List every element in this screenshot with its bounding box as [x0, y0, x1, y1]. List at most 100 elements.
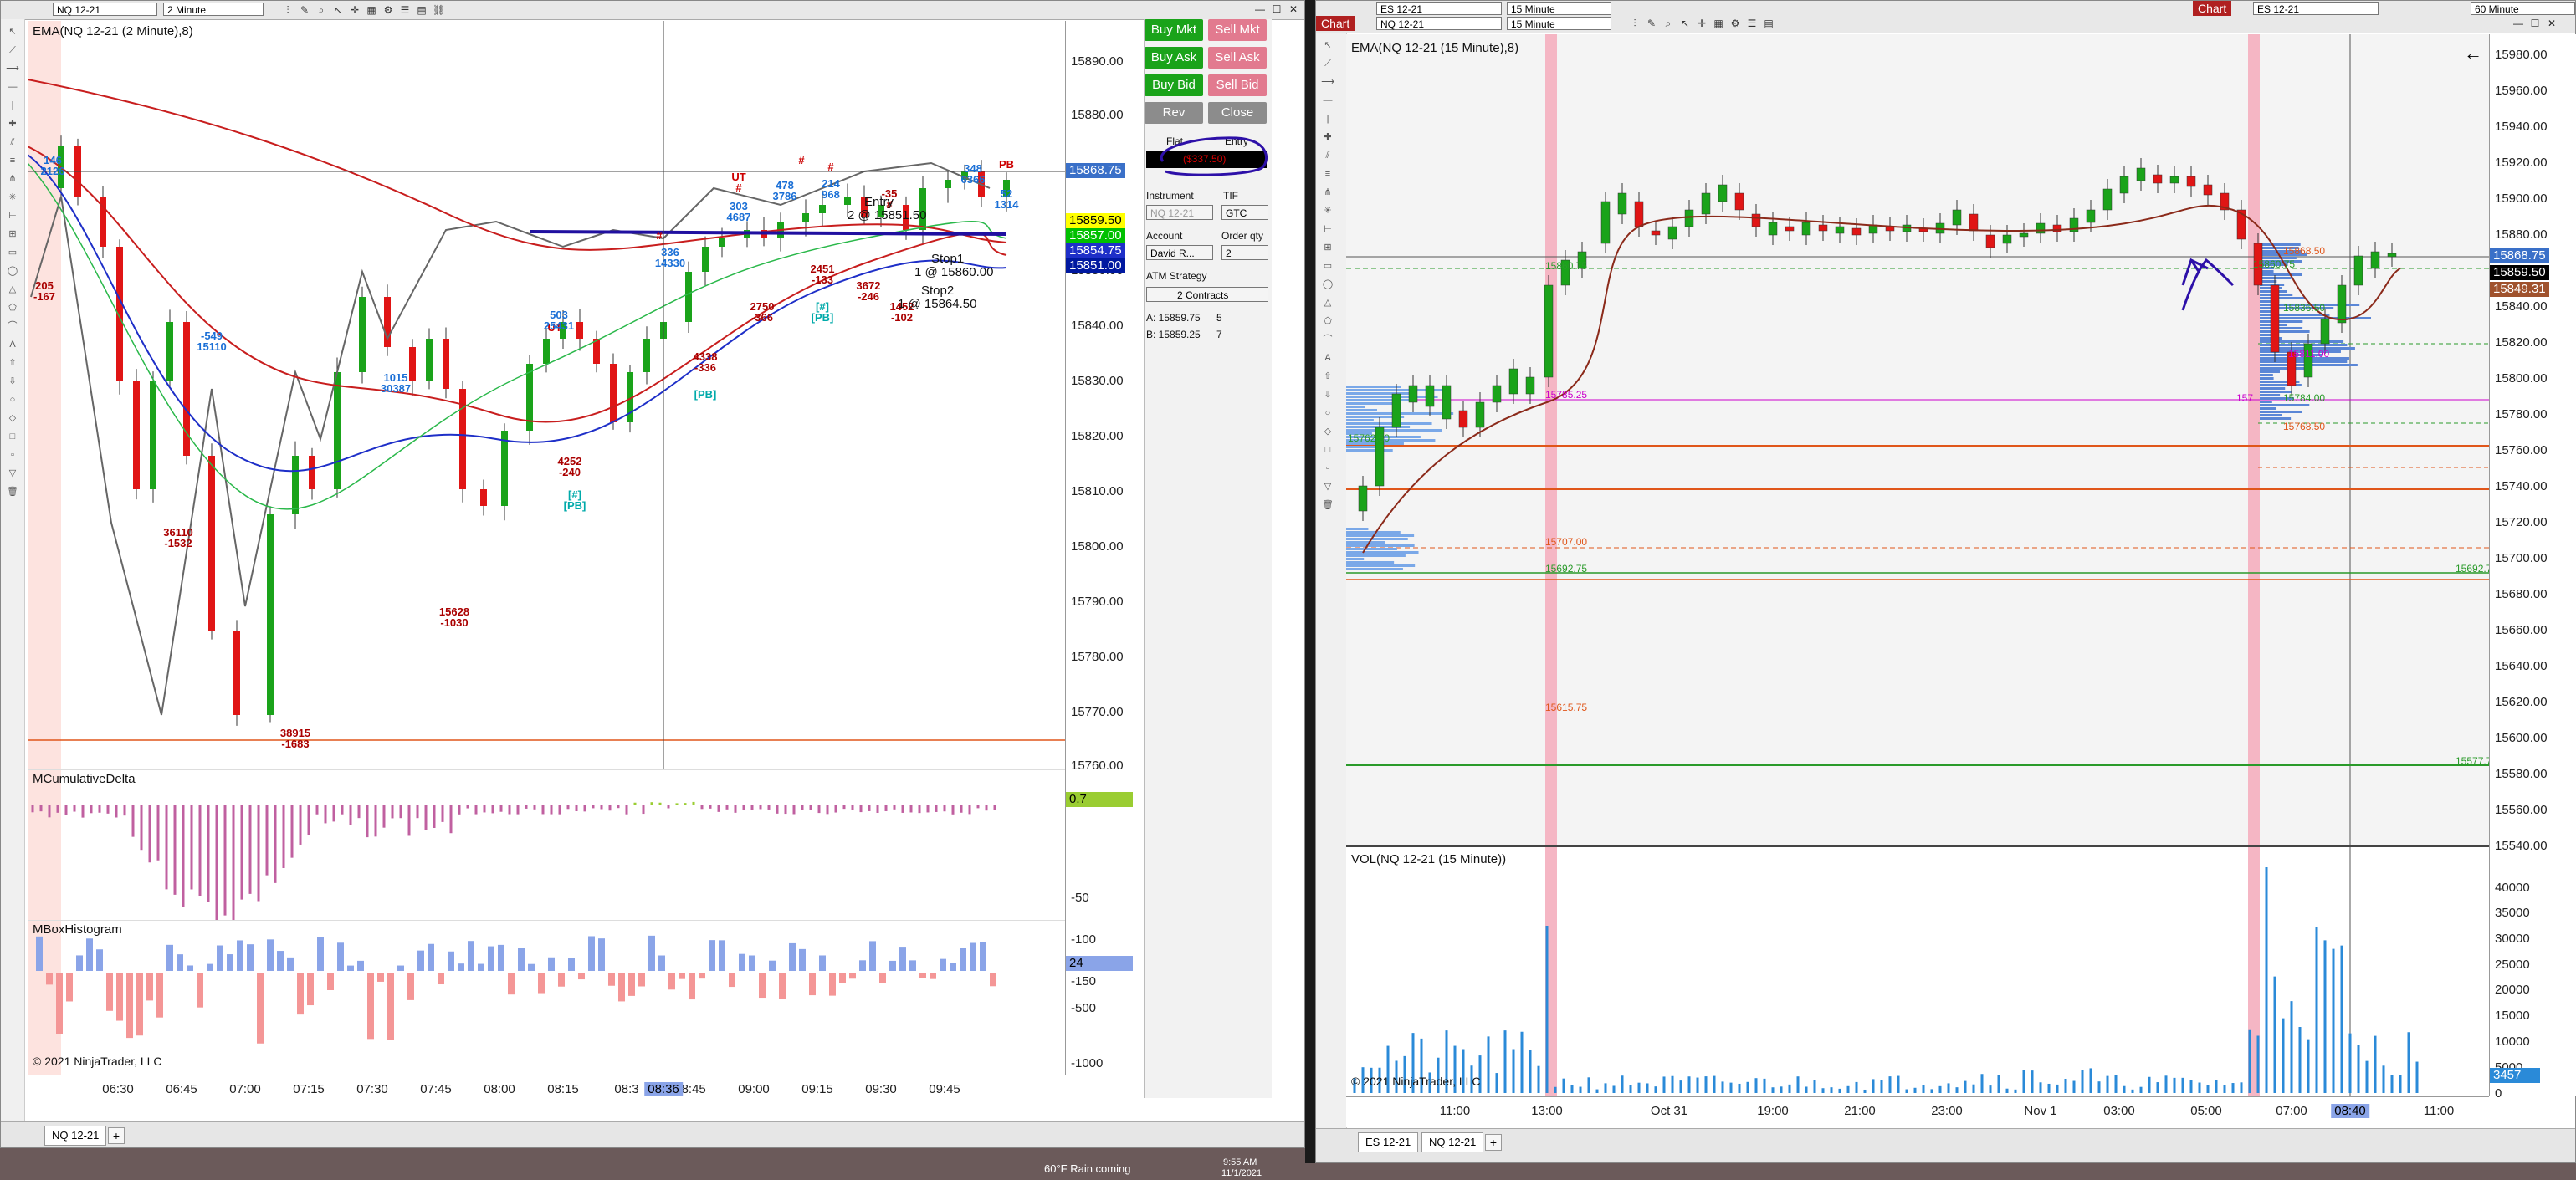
risk-tool-icon[interactable]: ⊞ [6, 228, 19, 240]
sell-bid-button[interactable]: Sell Bid [1208, 74, 1267, 96]
order-qty-stepper[interactable]: 2 [1221, 245, 1268, 260]
square-marker-icon[interactable]: ▫ [1321, 462, 1334, 474]
arrow-tool-icon[interactable]: ↖ [6, 26, 19, 38]
tab-nq[interactable]: NQ 12-21 [44, 1126, 107, 1146]
properties-icon[interactable]: ☰ [399, 4, 411, 16]
strategy-icon[interactable]: ⚙ [1729, 18, 1741, 29]
reverse-button[interactable]: Rev [1145, 102, 1203, 124]
triangle-tool-icon[interactable]: △ [6, 284, 19, 295]
tif-dropdown[interactable]: GTC [1221, 205, 1268, 220]
template-icon[interactable]: ▤ [416, 4, 428, 16]
cross-tool-icon[interactable]: ✚ [6, 118, 19, 130]
text-tool-icon[interactable]: A [1321, 352, 1334, 364]
pitchfork-tool-icon[interactable]: ⋔ [1321, 186, 1334, 198]
rect-tool-icon[interactable]: ▭ [6, 247, 19, 258]
box-histogram-panel[interactable]: MBoxHistogram © 2021 NinjaTrader, LLC [28, 920, 1065, 1075]
hline-tool-icon[interactable]: — [1321, 95, 1334, 106]
add-tab-button[interactable]: + [108, 1127, 125, 1144]
polygon-tool-icon[interactable]: ⬠ [6, 302, 19, 314]
arrow-down-tool-icon[interactable]: ⇩ [6, 375, 19, 387]
right-price-plot[interactable] [1346, 34, 2489, 845]
left-price-panel[interactable]: EMA(NQ 12-21 (2 Minute),8) 146 2126 205 -16… [28, 21, 1065, 769]
atm-strategy-dropdown[interactable]: 2 Contracts [1146, 287, 1268, 302]
buy-market-button[interactable]: Buy Mkt [1145, 19, 1203, 41]
chart-menu-button[interactable]: Chart [1316, 16, 1355, 31]
instrument-field[interactable]: NQ 12-21 [1146, 205, 1213, 220]
line-tool-icon[interactable]: ⟋ [6, 44, 19, 56]
sell-market-button[interactable]: Sell Mkt [1208, 19, 1267, 41]
channel-tool-icon[interactable]: ⫽ [1321, 150, 1334, 161]
maximize-icon[interactable]: ☐ [2529, 18, 2541, 29]
tab-es[interactable]: ES 12-21 [1358, 1132, 1419, 1152]
arrow-up-tool-icon[interactable]: ⇧ [1321, 370, 1334, 382]
chart-menu-button-2[interactable]: Chart [2193, 1, 2232, 16]
triangle-down-icon[interactable]: ▽ [1321, 481, 1334, 493]
back-arrow-icon[interactable]: ← [2464, 43, 2482, 64]
gann-tool-icon[interactable]: ✳ [6, 192, 19, 203]
cursor-icon[interactable]: ↖ [332, 4, 344, 16]
left-time-axis[interactable]: 06:30 06:45 07:00 07:15 07:30 07:45 08:00 08:15… [28, 1075, 1065, 1106]
ray-tool-icon[interactable]: ⟶ [6, 63, 19, 74]
close-icon[interactable]: ✕ [1288, 3, 1299, 15]
crosshair-icon[interactable]: ✛ [349, 4, 361, 16]
crosshair-icon[interactable]: ✛ [1696, 18, 1708, 29]
risk-tool-icon[interactable]: ⊞ [1321, 242, 1334, 253]
strategy-icon[interactable]: ⚙ [382, 4, 394, 16]
tab-nq[interactable]: NQ 12-21 [1421, 1132, 1484, 1152]
fib-tool-icon[interactable]: ≡ [6, 155, 19, 166]
gann-tool-icon[interactable]: ✳ [1321, 205, 1334, 217]
zoom-icon[interactable]: ⌕ [1662, 18, 1674, 29]
arrow-tool-icon[interactable]: ↖ [1321, 39, 1334, 51]
pencil-icon[interactable]: ✎ [299, 4, 310, 16]
fib-tool-icon[interactable]: ≡ [1321, 168, 1334, 180]
line-tool-icon[interactable]: ⟋ [1321, 58, 1334, 69]
properties-icon[interactable]: ☰ [1746, 18, 1758, 29]
remove-drawings-icon[interactable]: 🗑 [6, 486, 19, 498]
es-instrument-selector[interactable]: ES 12-21 [1376, 2, 1502, 15]
ray-tool-icon[interactable]: ⟶ [1321, 76, 1334, 88]
link-icon[interactable]: ⛓ [433, 4, 445, 16]
square-tool-icon[interactable]: □ [6, 431, 19, 442]
minimize-icon[interactable]: — [1254, 3, 1266, 15]
buy-ask-button[interactable]: Buy Ask [1145, 47, 1203, 69]
polygon-tool-icon[interactable]: ⬠ [1321, 315, 1334, 327]
vline-tool-icon[interactable]: | [1321, 113, 1334, 125]
weather-widget[interactable]: 60°F Rain coming [1044, 1162, 1130, 1175]
ellipse-tool-icon[interactable]: ◯ [1321, 278, 1334, 290]
es60-interval-selector[interactable]: 60 Minute [2471, 2, 2575, 15]
template-icon[interactable]: ▤ [1763, 18, 1775, 29]
diamond-tool-icon[interactable]: ◇ [1321, 426, 1334, 437]
pencil-icon[interactable]: ✎ [1646, 18, 1657, 29]
square-marker-icon[interactable]: ▫ [6, 449, 19, 461]
diamond-tool-icon[interactable]: ◇ [6, 412, 19, 424]
arc-tool-icon[interactable]: ⌒ [6, 320, 19, 332]
account-dropdown[interactable]: David R... [1146, 245, 1213, 260]
square-tool-icon[interactable]: □ [1321, 444, 1334, 456]
buy-bid-button[interactable]: Buy Bid [1145, 74, 1203, 96]
interval-selector[interactable]: 2 Minute [163, 3, 264, 16]
bar-type-icon[interactable]: ⫶ [1629, 18, 1641, 29]
right-price-panel[interactable]: EMA(NQ 12-21 (15 Minute),8) ← 15868.50 15… [1346, 34, 2497, 845]
close-icon[interactable]: ✕ [2546, 18, 2558, 29]
cross-tool-icon[interactable]: ✚ [1321, 131, 1334, 143]
arc-tool-icon[interactable]: ⌒ [1321, 334, 1334, 345]
grid-icon[interactable]: ▦ [1713, 18, 1724, 29]
triangle-down-icon[interactable]: ▽ [6, 467, 19, 479]
ellipse-tool-icon[interactable]: ◯ [6, 265, 19, 277]
maximize-icon[interactable]: ☐ [1271, 3, 1283, 15]
zoom-icon[interactable]: ⌕ [315, 4, 327, 16]
circle-tool-icon[interactable]: ○ [1321, 407, 1334, 419]
grid-icon[interactable]: ▦ [366, 4, 377, 16]
right-time-axis[interactable]: 11:00 13:00 Oct 31 19:00 21:00 23:00 Nov 1 03:0… [1346, 1096, 2489, 1127]
minimize-icon[interactable]: — [2512, 18, 2524, 29]
clock-time[interactable]: 9:55 AM [1223, 1157, 1257, 1167]
delta-panel[interactable]: MCumulativeDelta [28, 769, 1065, 921]
es-interval-selector[interactable]: 15 Minute [1507, 2, 1611, 15]
cursor-icon[interactable]: ↖ [1679, 18, 1691, 29]
triangle-tool-icon[interactable]: △ [1321, 297, 1334, 309]
close-position-button[interactable]: Close [1208, 102, 1267, 124]
arrow-down-tool-icon[interactable]: ⇩ [1321, 389, 1334, 401]
hline-tool-icon[interactable]: — [6, 81, 19, 93]
nq-interval-selector[interactable]: 15 Minute [1507, 17, 1611, 30]
instrument-selector[interactable]: NQ 12-21 [53, 3, 157, 16]
